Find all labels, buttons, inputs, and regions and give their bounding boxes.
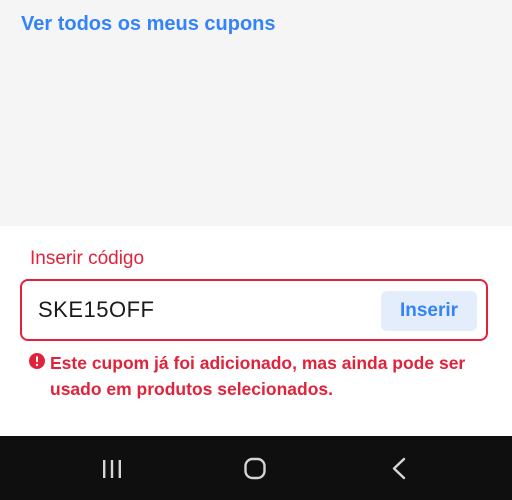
- alert-circle-icon: [29, 353, 45, 369]
- recent-apps-button[interactable]: [92, 450, 132, 486]
- home-button[interactable]: [235, 450, 275, 486]
- coupons-area: Ver todos os meus cupons: [0, 0, 512, 226]
- coupon-code-label: Inserir código: [30, 248, 145, 269]
- back-icon: [380, 450, 420, 486]
- system-navigation-bar: [0, 436, 512, 500]
- coupon-code-field: Inserir: [20, 279, 488, 341]
- coupon-input-sheet: Inserir código Inserir Este cupom já foi…: [0, 226, 512, 436]
- recent-apps-icon: [92, 450, 132, 486]
- home-icon: [235, 450, 275, 486]
- coupon-code-input[interactable]: [38, 294, 368, 326]
- view-all-coupons-link[interactable]: Ver todos os meus cupons: [21, 13, 276, 36]
- error-text: Este cupom já foi adicionado, mas ainda …: [50, 353, 466, 399]
- back-button[interactable]: [380, 450, 420, 486]
- insert-coupon-button[interactable]: Inserir: [381, 291, 477, 331]
